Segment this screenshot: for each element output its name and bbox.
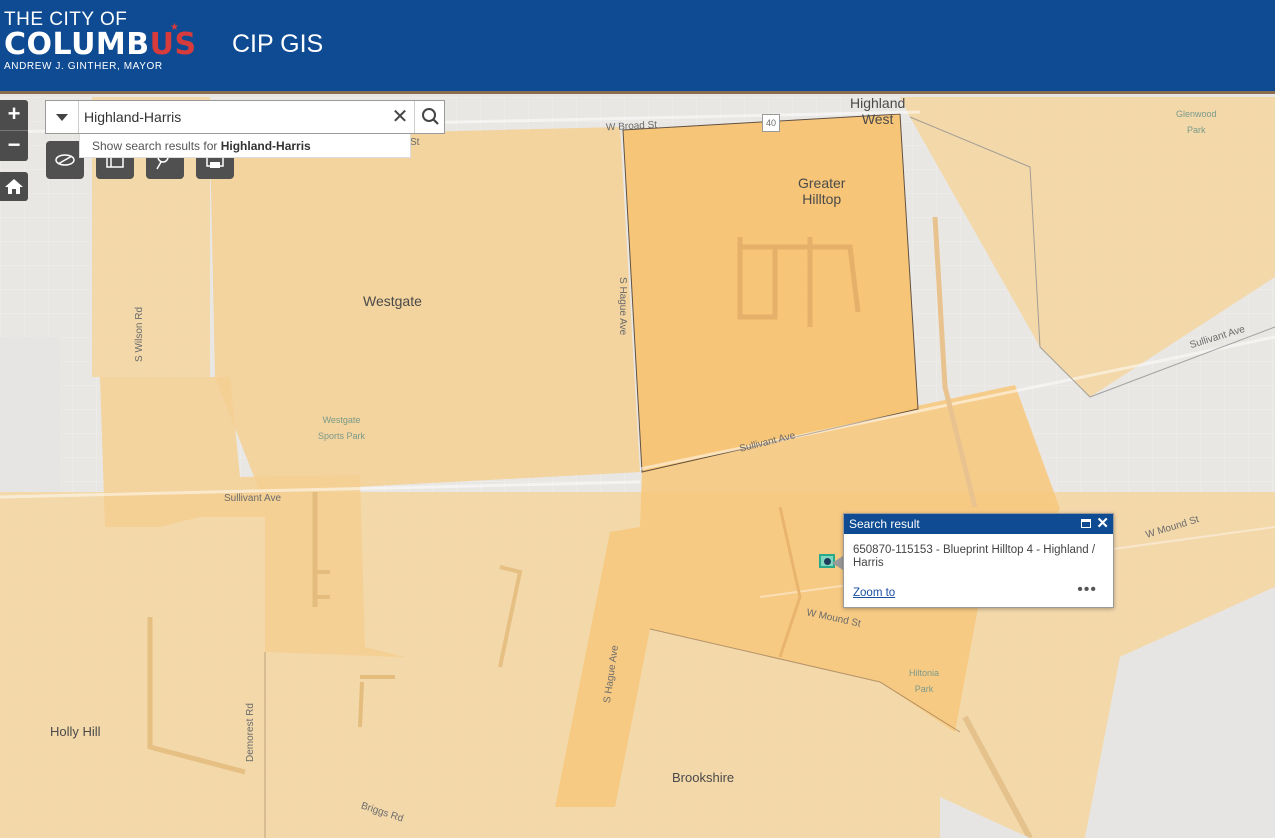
popup-footer: Zoom to ••• bbox=[844, 581, 1113, 599]
greater-hilltop-area bbox=[622, 113, 919, 473]
label-s-wilson: S Wilson Rd bbox=[134, 306, 145, 362]
label-w-broad: W Broad St bbox=[605, 119, 658, 134]
close-icon[interactable]: ✕ bbox=[1096, 514, 1109, 534]
popup-pointer bbox=[832, 556, 843, 570]
label-westgate: Westgate bbox=[363, 293, 422, 309]
logo-columb: COLUMB bbox=[4, 27, 150, 62]
search-result-popup: Search result ✕ 650870-115153 - Blueprin… bbox=[843, 513, 1114, 608]
zoom-to-link[interactable]: Zoom to bbox=[853, 587, 895, 599]
home-button[interactable] bbox=[0, 172, 28, 201]
zoom-in-button[interactable]: + bbox=[0, 100, 28, 130]
search-source-dropdown[interactable] bbox=[46, 101, 79, 133]
label-demorest: Demorest Rd bbox=[245, 703, 256, 762]
label-holly-hill: Holly Hill bbox=[50, 724, 101, 739]
label-greater-hilltop: Greater Hilltop bbox=[798, 175, 846, 207]
search-input[interactable] bbox=[84, 104, 384, 130]
city-logo[interactable]: THE CITY OF COLUMBUS ANDREW J. GINTHER, … bbox=[4, 10, 197, 73]
label-glenwood-park: Glenwood Park bbox=[1176, 109, 1217, 135]
more-options-icon[interactable]: ••• bbox=[1077, 581, 1097, 599]
label-westgate-park: Westgate Sports Park bbox=[318, 415, 366, 441]
label-highland-west: Highland West bbox=[850, 97, 906, 127]
route-40-shield: 40 bbox=[762, 114, 781, 132]
label-sullivant-west: Sullivant Ave bbox=[224, 493, 282, 504]
zoom-controls: + − bbox=[0, 100, 28, 161]
search-icon bbox=[422, 108, 439, 125]
app-title: CIP GIS bbox=[232, 30, 324, 58]
search-box: ✕ bbox=[45, 100, 445, 134]
maximize-icon[interactable] bbox=[1081, 519, 1091, 528]
logo-line-2: COLUMBUS bbox=[4, 29, 197, 61]
westgate-area bbox=[210, 127, 640, 492]
map-view[interactable]: Highland West Greater Hilltop Westgate W… bbox=[0, 97, 1275, 838]
map-canvas bbox=[0, 97, 1275, 838]
label-s-hague-north: S Hague Ave bbox=[617, 277, 628, 336]
search-suggestion[interactable]: Show search results for Highland-Harris bbox=[79, 134, 411, 158]
popup-title: Search result bbox=[849, 517, 920, 531]
popup-header: Search result ✕ bbox=[844, 514, 1113, 534]
home-icon bbox=[5, 179, 23, 194]
app-header: THE CITY OF COLUMBUS ANDREW J. GINTHER, … bbox=[0, 0, 1275, 94]
popup-content: 650870-115153 - Blueprint Hilltop 4 - Hi… bbox=[853, 544, 1096, 569]
suggestion-prefix: Show search results for bbox=[92, 139, 221, 153]
search-button[interactable] bbox=[414, 101, 445, 133]
clear-search-button[interactable]: ✕ bbox=[388, 104, 412, 130]
label-hiltonia-park: Hiltonia Park bbox=[909, 668, 940, 694]
label-st-fragment: St bbox=[410, 137, 420, 148]
logo-line-3: ANDREW J. GINTHER, MAYOR bbox=[4, 61, 163, 72]
zoom-out-button[interactable]: − bbox=[0, 131, 28, 161]
label-brookshire: Brookshire bbox=[672, 770, 735, 785]
star-icon: ★ bbox=[170, 22, 179, 33]
suggestion-term: Highland-Harris bbox=[220, 139, 311, 153]
